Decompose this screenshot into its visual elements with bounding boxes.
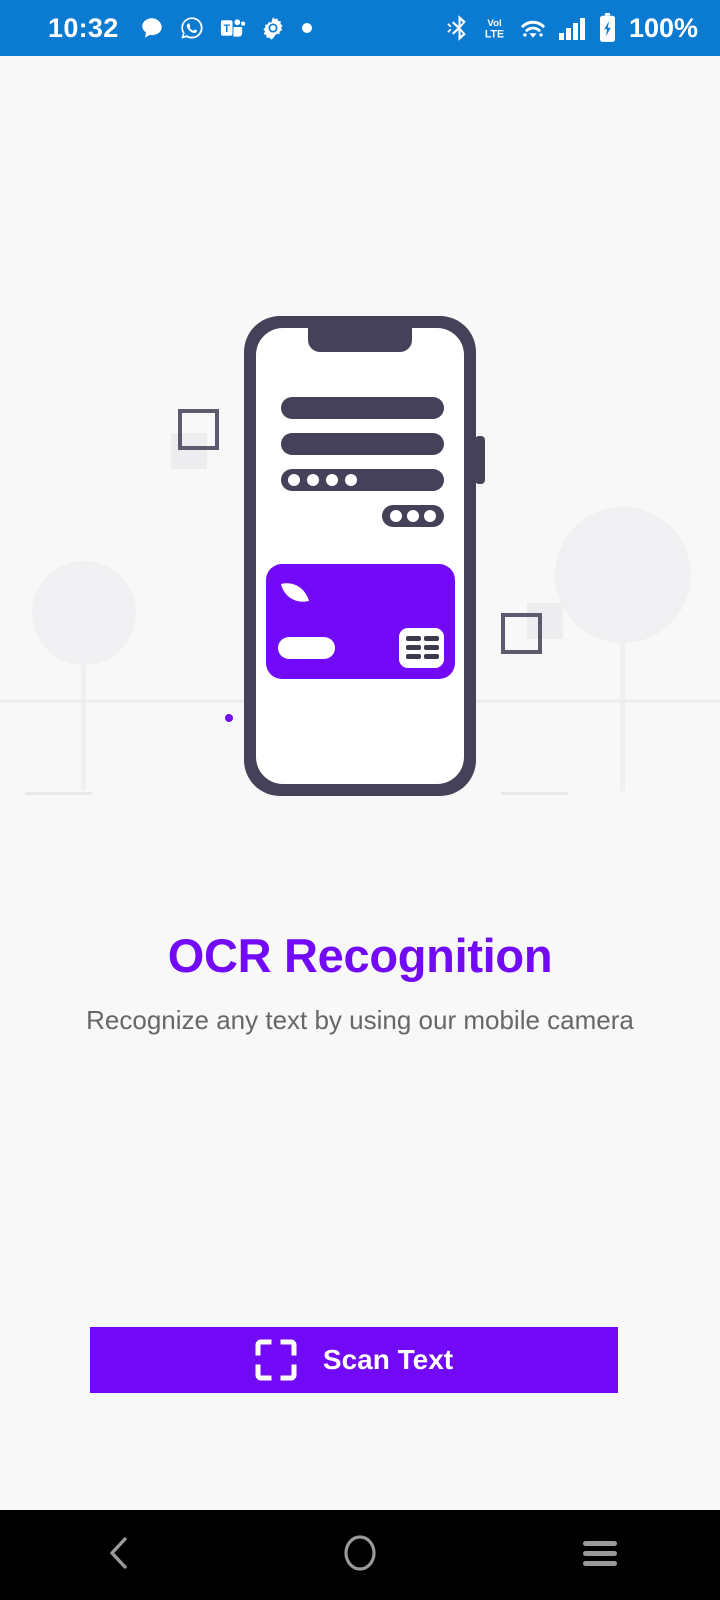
floor-stroke-left: [25, 792, 92, 795]
microsoft-teams-icon: T: [219, 15, 246, 41]
phone-notch: [308, 328, 412, 352]
hamburger-icon: [581, 1538, 619, 1573]
chat-bubble-icon: [139, 15, 165, 41]
decor-square-upper-left: [171, 409, 219, 469]
screen-text-bar-3: [281, 469, 444, 491]
svg-text:LTE: LTE: [485, 29, 504, 41]
phone-side-button: [475, 436, 485, 484]
status-bar-right-group: VoI LTE 100%: [446, 13, 698, 43]
screen-text-bar-1: [281, 397, 444, 419]
page-subtitle: Recognize any text by using our mobile c…: [86, 1005, 634, 1035]
gear-icon: [260, 15, 286, 41]
screen-text-bar-2: [281, 433, 444, 455]
scan-text-button[interactable]: Scan Text: [90, 1327, 618, 1393]
scenery-tree-right: [555, 507, 691, 791]
system-navigation-bar: [0, 1510, 720, 1600]
nav-back-button[interactable]: [0, 1510, 240, 1600]
status-bar: 10:32 T VoI LTE 100%: [0, 0, 720, 56]
app-screen: 10:32 T VoI LTE 100% OCR Recognition Rec…: [0, 0, 720, 1600]
page-title: OCR Recognition: [167, 929, 553, 982]
floor-stroke-right: [501, 792, 568, 795]
dot-icon: [300, 21, 314, 35]
circle-icon: [341, 1532, 379, 1579]
card-pill: [278, 637, 335, 659]
battery-percent-label: 100%: [628, 12, 698, 43]
screen-text-bar-4: [382, 505, 444, 527]
card-chip-icon: [399, 628, 444, 668]
wifi-icon: [518, 15, 548, 41]
svg-text:VoI: VoI: [487, 18, 502, 29]
status-bar-left-group: 10:32 T: [48, 12, 446, 43]
battery-charging-icon: [598, 13, 617, 43]
svg-text:T: T: [223, 23, 230, 35]
accent-dot: [225, 714, 233, 722]
whatsapp-icon: [179, 15, 205, 41]
chevron-left-icon: [103, 1534, 137, 1577]
volte-icon: VoI LTE: [481, 14, 508, 42]
phone-screen: [256, 328, 464, 784]
bluetooth-icon: [446, 14, 471, 42]
nav-home-button[interactable]: [240, 1510, 480, 1600]
decor-square-lower-right: [501, 603, 563, 654]
purple-card: [266, 564, 455, 679]
scan-frame-icon: [255, 1339, 297, 1381]
status-bar-clock: 10:32: [48, 12, 119, 43]
ocr-phone-illustration: [0, 56, 720, 916]
signal-bars-icon: [558, 15, 588, 41]
nav-recents-button[interactable]: [480, 1510, 720, 1600]
scenery-tree-left: [32, 561, 136, 791]
scan-text-button-label: Scan Text: [322, 1344, 454, 1375]
